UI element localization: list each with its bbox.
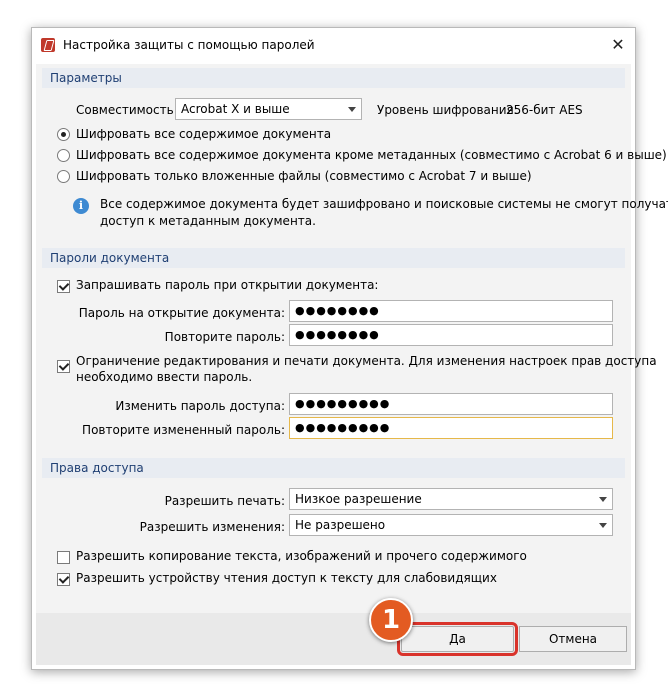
require-open-password-checkbox[interactable] bbox=[57, 280, 70, 293]
require-open-password-label: Запрашивать пароль при открытии документ… bbox=[76, 278, 379, 292]
rights-group-header: Права доступа bbox=[42, 458, 625, 478]
changes-permission-select[interactable]: Не разрешено bbox=[289, 514, 613, 536]
password-security-dialog: Настройка защиты с помощью паролей ✕ Пар… bbox=[31, 27, 668, 670]
radio-encrypt-attachments-label: Шифровать только вложенные файлы (совмес… bbox=[76, 169, 532, 183]
encryption-value: 256-бит AES bbox=[506, 103, 583, 117]
dialog-body: Параметры Совместимость: Acrobat X и выш… bbox=[36, 64, 668, 665]
step-number-badge: 1 bbox=[369, 598, 413, 642]
print-permission-select[interactable]: Низкое разрешение bbox=[289, 488, 613, 510]
change-password-label: Изменить пароль доступа: bbox=[115, 399, 285, 413]
allow-screen-reader-label: Разрешить устройству чтения доступ к тек… bbox=[76, 571, 497, 585]
radio-encrypt-all-label: Шифровать все содержимое документа bbox=[76, 127, 332, 141]
allow-copy-label: Разрешить копирование текста, изображени… bbox=[76, 549, 527, 563]
repeat-change-password-label: Повторите измененный пароль: bbox=[82, 423, 285, 437]
open-password-label: Пароль на открытие документа: bbox=[78, 306, 285, 320]
dialog-footer: Да Отмена bbox=[36, 613, 631, 665]
changes-permission-value: Не разрешено bbox=[295, 518, 386, 532]
compat-value: Acrobat X и выше bbox=[181, 102, 290, 116]
allow-copy-checkbox[interactable] bbox=[57, 551, 70, 564]
chevron-down-icon bbox=[599, 497, 607, 502]
radio-encrypt-all[interactable] bbox=[57, 128, 70, 141]
allow-screen-reader-checkbox[interactable] bbox=[57, 573, 70, 586]
window-title: Настройка защиты с помощью паролей bbox=[63, 38, 315, 52]
chevron-down-icon bbox=[599, 523, 607, 528]
print-permission-value: Низкое разрешение bbox=[295, 492, 422, 506]
info-text-line1: Все содержимое документа будет зашифрова… bbox=[100, 197, 668, 211]
info-text-line2: доступ к метаданным документа. bbox=[100, 214, 316, 228]
ok-button[interactable]: Да bbox=[397, 622, 518, 656]
encryption-label: Уровень шифрования: bbox=[377, 103, 518, 117]
compat-select[interactable]: Acrobat X и выше bbox=[175, 98, 362, 120]
close-icon[interactable]: ✕ bbox=[607, 34, 629, 56]
radio-encrypt-attachments[interactable] bbox=[57, 170, 70, 183]
cancel-button[interactable]: Отмена bbox=[519, 626, 627, 652]
changes-permission-label: Разрешить изменения: bbox=[139, 520, 285, 534]
restrict-editing-label-line2: необходимо ввести пароль. bbox=[76, 370, 253, 384]
repeat-change-password-field[interactable]: ●●●●●●●●● bbox=[289, 417, 613, 439]
radio-encrypt-except-metadata[interactable] bbox=[57, 149, 70, 162]
repeat-password-field[interactable]: ●●●●●●●● bbox=[289, 324, 613, 346]
params-group-header: Параметры bbox=[42, 68, 625, 88]
change-password-field[interactable]: ●●●●●●●●● bbox=[289, 393, 613, 415]
open-password-field[interactable]: ●●●●●●●● bbox=[289, 300, 613, 322]
repeat-password-label: Повторите пароль: bbox=[164, 330, 285, 344]
compat-label: Совместимость: bbox=[76, 103, 178, 117]
radio-encrypt-except-metadata-label: Шифровать все содержимое документа кроме… bbox=[76, 148, 667, 162]
restrict-editing-checkbox[interactable] bbox=[57, 360, 70, 373]
chevron-down-icon bbox=[348, 107, 356, 112]
passwords-group-header: Пароли документа bbox=[42, 248, 625, 268]
print-permission-label: Разрешить печать: bbox=[164, 494, 285, 508]
info-icon: i bbox=[73, 198, 89, 214]
pdf-app-icon bbox=[41, 38, 55, 52]
restrict-editing-label-line1: Ограничение редактирования и печати доку… bbox=[76, 354, 657, 368]
title-bar: Настройка защиты с помощью паролей ✕ bbox=[32, 28, 635, 64]
